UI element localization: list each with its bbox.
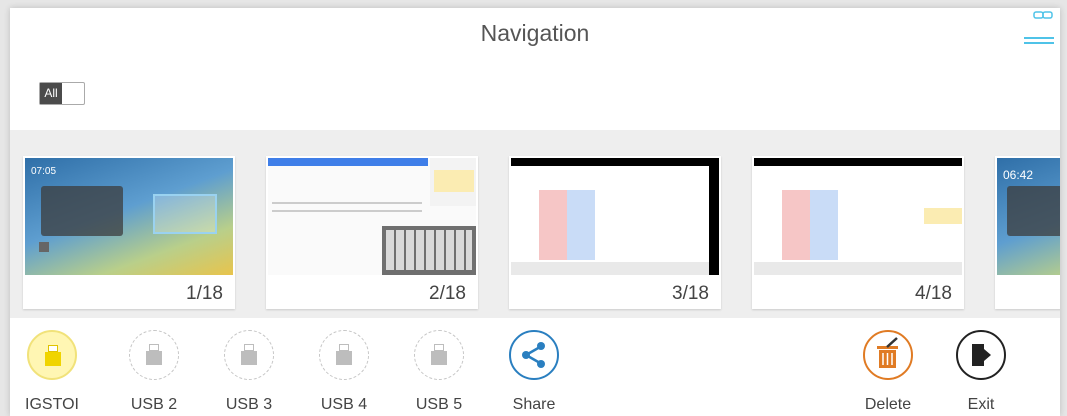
trash-icon — [863, 330, 913, 380]
toggle-label: All — [40, 83, 62, 104]
usb-2-button[interactable]: USB 2 — [119, 330, 189, 414]
thumbnail-image — [511, 158, 719, 275]
usb-drive-icon — [414, 330, 464, 380]
page-number: 4/18 — [915, 283, 952, 304]
share-button[interactable]: Share — [499, 330, 569, 414]
bottom-toolbar: IGSTOI USB 2 USB 3 USB 4 USB 5 Share Del… — [10, 318, 1060, 416]
exit-door-icon — [956, 330, 1006, 380]
page-title: Navigation — [480, 20, 590, 46]
page-number: 1/18 — [186, 283, 223, 304]
thumbnail-clock: 07:05 — [31, 166, 57, 177]
thumbnail-page-2[interactable]: 2/18 — [266, 156, 478, 309]
usb-drive-icon — [319, 330, 369, 380]
usb-4-label: USB 4 — [320, 396, 368, 413]
thumbnail-clock: 06:42 — [1003, 168, 1034, 182]
usb-4-button[interactable]: USB 4 — [309, 330, 379, 414]
usb-drive-icon — [224, 330, 274, 380]
usb-3-button[interactable]: USB 3 — [214, 330, 284, 414]
usb-5-label: USB 5 — [415, 396, 463, 413]
page-number: 3/18 — [672, 283, 709, 304]
thumbnail-page-4[interactable]: 4/18 — [752, 156, 964, 309]
exit-label: Exit — [967, 396, 995, 413]
all-toggle[interactable]: All — [39, 82, 85, 105]
share-label: Share — [512, 396, 556, 413]
delete-label: Delete — [864, 396, 912, 413]
delete-button[interactable]: Delete — [853, 330, 923, 414]
usb-1-label: IGSTOI — [25, 396, 79, 413]
share-icon — [509, 330, 559, 380]
usb-3-label: USB 3 — [225, 396, 273, 413]
thumbnail-image — [754, 158, 962, 275]
exit-button[interactable]: Exit — [946, 330, 1016, 414]
thumbnail-page-1[interactable]: 07:05 1/18 — [23, 156, 235, 309]
thumbnail-page-3[interactable]: 3/18 — [509, 156, 721, 309]
usb-drive-icon — [129, 330, 179, 380]
usb-1-button[interactable]: IGSTOI — [17, 330, 87, 414]
thumbnail-image: 07:05 — [25, 158, 233, 275]
usb-5-button[interactable]: USB 5 — [404, 330, 474, 414]
page-number: 2/18 — [429, 283, 466, 304]
menu-icon[interactable] — [1022, 8, 1056, 48]
navigation-panel: Navigation All 07:05 1/18 2/18 3/18 4/18… — [10, 8, 1060, 416]
usb-drive-icon — [27, 330, 77, 380]
thumbnail-image — [268, 158, 476, 275]
thumbnail-strip[interactable]: 07:05 1/18 2/18 3/18 4/18 06:42 — [10, 130, 1060, 318]
thumbnail-page-5[interactable]: 06:42 — [995, 156, 1060, 309]
usb-2-label: USB 2 — [130, 396, 178, 413]
thumbnail-image: 06:42 — [997, 158, 1060, 275]
